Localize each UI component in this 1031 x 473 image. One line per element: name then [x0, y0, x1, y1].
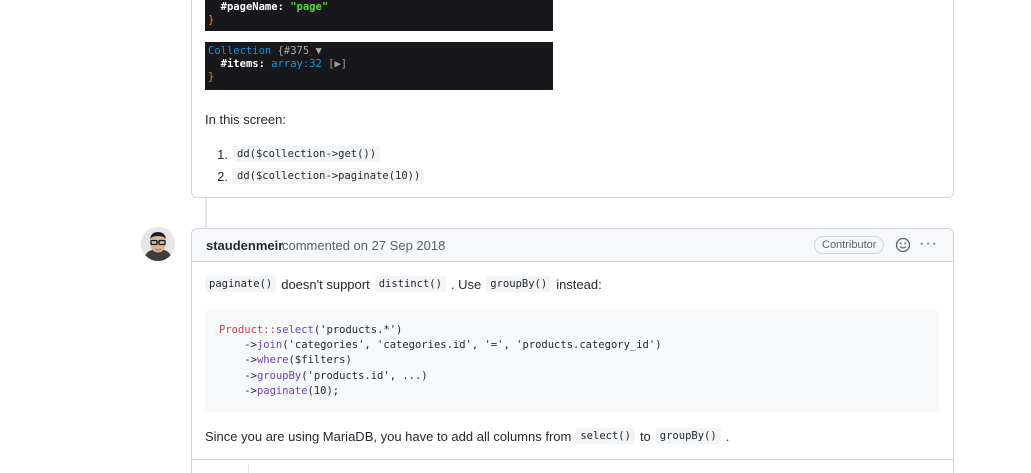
code-token: ('products.id', ...) — [301, 369, 428, 382]
dump-value: "page" — [290, 1, 329, 13]
dump-expand-toggle[interactable]: [▶] — [328, 58, 347, 70]
code-token: -> — [219, 339, 257, 352]
var-dump-output-page: #pageName: "page" } — [205, 0, 553, 31]
list-number: 1. — [217, 146, 228, 162]
paragraph-text: to — [639, 428, 651, 444]
var-dump-output-collection: Collection {#375 ▼ #items: array:32 [▶] … — [205, 42, 553, 90]
list-number: 2. — [217, 168, 228, 184]
comment-header: staudenmeir commented on 27 Sep 2018 Con… — [192, 229, 953, 262]
code-token: -> — [219, 384, 257, 397]
code-token: (10); — [307, 384, 340, 397]
inline-code: paginate() — [205, 276, 277, 292]
code-token: groupBy — [256, 369, 302, 382]
paragraph-text: . Use — [450, 276, 482, 292]
comment-paragraph: Since you are using MariaDB, you have to… — [205, 428, 729, 444]
code-line: Product::select('products.*') — [219, 323, 925, 338]
dump-value: array:32 — [271, 58, 322, 70]
code-line: ->groupBy('products.id', ...) — [219, 369, 925, 384]
code-line: ->join('categories', 'categories.id', '=… — [219, 338, 925, 353]
inline-code: groupBy() — [486, 276, 552, 292]
comment-author-link[interactable]: staudenmeir — [206, 238, 283, 253]
timeline-connector — [205, 198, 207, 228]
code-token: join — [256, 339, 283, 352]
code-line: ->where($filters) — [219, 353, 925, 368]
inline-code: distinct() — [374, 276, 446, 292]
contributor-badge: Contributor — [814, 236, 885, 254]
code-token: -> — [219, 369, 257, 382]
paragraph-text: . — [725, 428, 730, 444]
code-token: select — [275, 324, 314, 336]
inline-code: dd($collection->get()) — [233, 146, 381, 162]
code-block: Product::select('products.*') ->join('ca… — [205, 309, 939, 412]
avatar-image-icon — [141, 227, 175, 261]
code-token: -> — [219, 354, 257, 367]
dump-close-brace: } — [208, 71, 215, 83]
dump-meta-toggle[interactable]: {#375 ▼ — [278, 45, 322, 57]
inline-code: select() — [576, 428, 635, 444]
paragraph-text: doesn't support — [281, 276, 370, 292]
inline-code: groupBy() — [655, 428, 721, 444]
list-item: 1. dd($collection->get()) — [205, 143, 424, 165]
paragraph-text: Since you are using MariaDB, you have to… — [205, 428, 572, 444]
dump-key: #items — [220, 58, 259, 70]
code-token: :: — [263, 324, 276, 336]
code-token: ('categories', 'categories.id', '=', 'pr… — [282, 339, 662, 352]
reaction-button[interactable] — [205, 464, 249, 473]
dump-key: #pageName — [220, 1, 278, 13]
code-token: ($filters) — [288, 354, 352, 367]
kebab-horizontal-icon[interactable]: ··· — [919, 234, 937, 254]
avatar[interactable] — [141, 227, 175, 261]
dump-class: Collection — [208, 45, 272, 57]
comment-paragraph: In this screen: — [205, 112, 286, 127]
inline-code: dd($collection->paginate(10)) — [233, 168, 425, 184]
code-token: paginate — [256, 384, 308, 397]
paragraph-text: instead: — [556, 276, 602, 292]
code-token: where — [256, 354, 289, 367]
comment-paragraph: paginate() doesn't support distinct() . … — [205, 276, 602, 292]
list-item: 2. dd($collection->paginate(10)) — [205, 165, 425, 187]
smiley-icon[interactable] — [895, 237, 911, 253]
comment-timestamp[interactable]: commented on 27 Sep 2018 — [282, 238, 445, 253]
dump-sep: : — [277, 1, 291, 13]
steps-list: 1. dd($collection->get()) 2. dd($collectio… — [205, 143, 425, 187]
dump-sep: : — [258, 58, 272, 70]
code-token: Product — [219, 324, 264, 336]
reactions-divider — [192, 459, 953, 460]
code-token: ('products.*') — [313, 324, 403, 336]
dump-close-brace: } — [208, 14, 215, 26]
code-line: ->paginate(10); — [219, 384, 925, 399]
